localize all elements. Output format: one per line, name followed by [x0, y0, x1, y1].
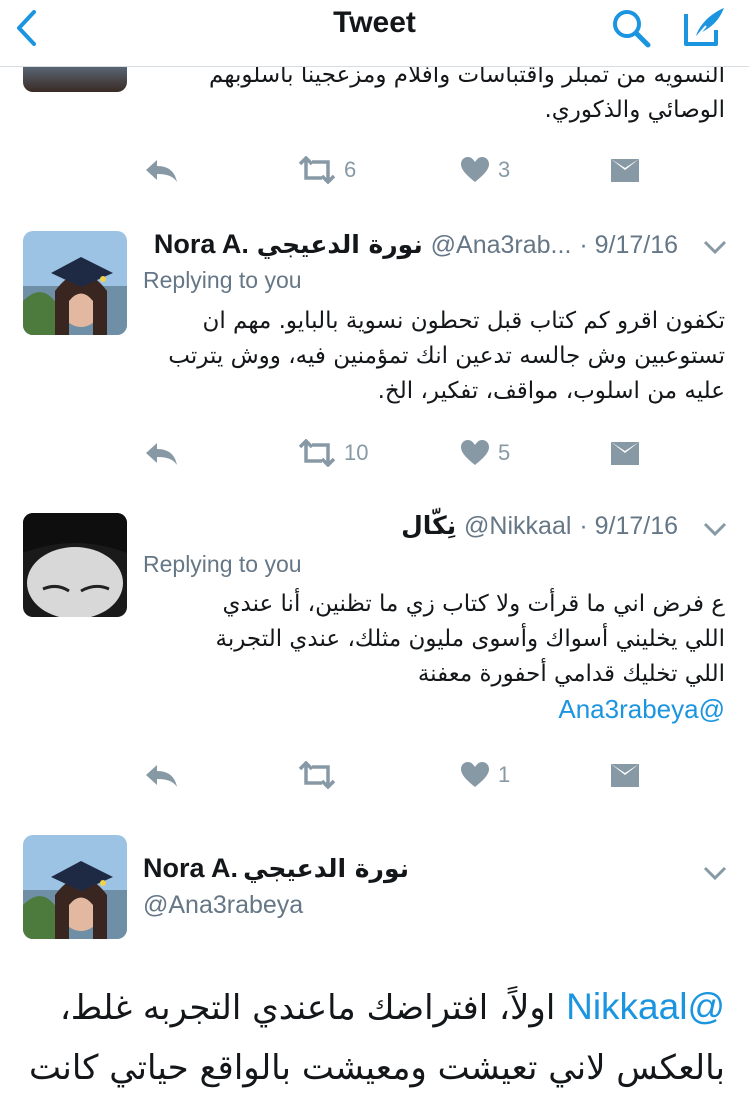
tweet-text-line: تستوعبين وش جالسه تدعين انك تمؤمنين فيه،… [168, 343, 725, 369]
tweet-partial[interactable]: النسويه من تمبلر واقتباسات وافلام ومزعجي… [0, 0, 749, 210]
tweet-text-line: عليه من اسلوب، مواقف، تفكير، الخ. [377, 378, 725, 404]
envelope-icon [611, 442, 639, 465]
heart-icon [461, 157, 489, 182]
display-name-arabic[interactable]: نورة الدعيجي [243, 854, 409, 883]
retweet-icon [298, 156, 336, 184]
tweet[interactable]: Nora A. نورة الدعيجي @Ana3rab... · 9/17/… [0, 209, 749, 492]
user-handle[interactable]: @Nikkaal [464, 512, 571, 540]
tweet-actions: 1 [0, 755, 749, 795]
avatar[interactable] [23, 835, 127, 939]
retweet-button[interactable] [298, 755, 344, 795]
retweet-count: 10 [344, 440, 369, 465]
reply-icon [146, 765, 177, 787]
reply-button[interactable] [143, 150, 179, 190]
reply-button[interactable] [143, 433, 179, 473]
tweet[interactable]: نِكّال @Nikkaal · 9/17/16 Replying to yo… [0, 491, 749, 814]
mention-link[interactable]: @Ana3rabeya [143, 692, 725, 727]
retweet-count: 6 [344, 157, 357, 182]
direct-message-button[interactable] [610, 755, 640, 795]
tweet-text-line: اللي تخليك قدامي أحفورة معفنة [417, 661, 725, 687]
retweet-icon [298, 439, 336, 467]
tweet-text: ع فرض اني ما قرأت ولا كتاب زي ما تظنين، … [143, 587, 726, 727]
like-button[interactable]: 3 [460, 150, 510, 190]
display-name[interactable]: Nora A. [143, 853, 238, 883]
tweet-actions: 6 3 [0, 150, 749, 190]
envelope-icon [611, 159, 639, 182]
compose-tweet-icon[interactable] [680, 4, 728, 50]
tweet-text: @Nikkaal اولاً، افتراضك ماعندي التجربه غ… [20, 977, 725, 1098]
reply-icon [146, 160, 177, 182]
retweet-icon [298, 761, 336, 789]
reply-icon [146, 443, 177, 465]
avatar[interactable] [23, 231, 127, 335]
navigation-bar: Tweet [0, 0, 749, 67]
replying-to-label: Replying to you [143, 267, 302, 293]
display-name[interactable]: Nora A. [154, 229, 249, 259]
chevron-down-icon[interactable] [703, 865, 727, 881]
avatar-graduate-image [23, 835, 127, 939]
tweet-text-line: ع فرض اني ما قرأت ولا كتاب زي ما تظنين، … [222, 591, 726, 617]
heart-icon [461, 762, 489, 787]
display-name-arabic[interactable]: نِكّال [401, 511, 456, 540]
tweet-text-line: بالعكس لاني تعيشت ومعيشت بالواقع حياتي ك… [29, 1048, 725, 1088]
tweet-text-line: اللي يخليني أسواك وأسوى مليون مثلك، عندي… [215, 626, 726, 652]
user-handle[interactable]: @Ana3rabeya [143, 891, 303, 920]
like-button[interactable]: 5 [460, 433, 510, 473]
direct-message-button[interactable] [610, 150, 640, 190]
retweet-button[interactable]: 10 [298, 433, 368, 473]
tweet-date: · 9/17/16 [579, 231, 679, 259]
avatar-graduate-image [23, 231, 127, 335]
chevron-down-icon[interactable] [703, 521, 727, 537]
avatar-bw-face-image [23, 513, 127, 617]
envelope-icon [611, 764, 639, 787]
replying-to-label: Replying to you [143, 551, 302, 577]
display-name-arabic[interactable]: نورة الدعيجي [257, 230, 423, 259]
like-count: 1 [498, 762, 511, 787]
tweet-text-line: تكفون اقرو كم كتاب قبل تحطون نسوية بالبا… [202, 308, 725, 334]
like-count: 5 [498, 440, 511, 465]
like-button[interactable]: 1 [460, 755, 510, 795]
mention-link[interactable]: @Nikkaal [566, 986, 725, 1027]
tweet-text-line: الوصائي والذكوري. [544, 97, 725, 123]
direct-message-button[interactable] [610, 433, 640, 473]
user-handle[interactable]: @Ana3rab... [431, 231, 572, 259]
reply-button[interactable] [143, 755, 179, 795]
tweet-text-line: اولاً، افتراضك ماعندي التجربه غلط، [59, 988, 556, 1028]
chevron-down-icon[interactable] [703, 239, 727, 255]
tweet-actions: 10 5 [0, 433, 749, 473]
search-icon[interactable] [609, 4, 655, 50]
tweet-text: تكفون اقرو كم كتاب قبل تحطون نسوية بالبا… [143, 304, 725, 409]
like-count: 3 [498, 157, 511, 182]
retweet-button[interactable]: 6 [298, 150, 356, 190]
focused-tweet[interactable]: Nora A. نورة الدعيجي @Ana3rabeya @Nikkaa… [0, 813, 749, 1089]
avatar[interactable] [23, 513, 127, 617]
tweet-date: · 9/17/16 [579, 512, 679, 540]
heart-icon [461, 440, 489, 465]
